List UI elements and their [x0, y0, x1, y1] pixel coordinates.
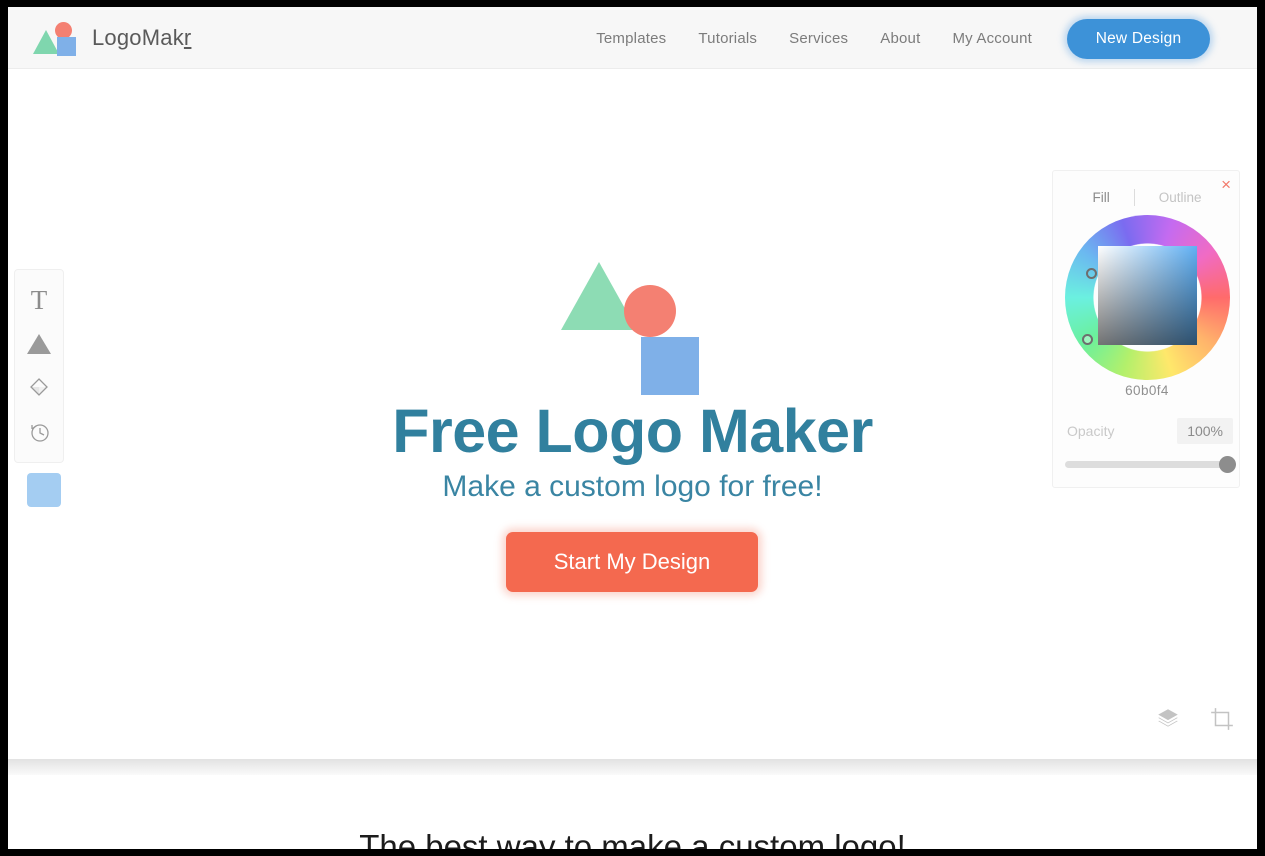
saturation-value-square[interactable]: [1098, 246, 1197, 345]
hex-value-field[interactable]: 60b0f4: [1053, 383, 1241, 398]
layers-button[interactable]: [1155, 706, 1181, 737]
brand-logo-link[interactable]: LogoMakr: [33, 17, 191, 59]
opacity-value-field[interactable]: 100%: [1177, 418, 1233, 444]
logomakr-mark-icon: [33, 17, 79, 59]
editor-canvas[interactable]: T Free Logo Maker Make a custom logo for…: [8, 69, 1257, 759]
shape-tool-button[interactable]: [14, 322, 64, 366]
layers-icon: [1158, 709, 1178, 727]
opacity-label: Opacity: [1067, 423, 1115, 439]
opacity-slider[interactable]: [1065, 456, 1236, 473]
new-design-button[interactable]: New Design: [1067, 19, 1210, 59]
brand-name-tail: r: [183, 25, 192, 50]
text-icon: T: [30, 284, 48, 315]
section-separator: [8, 759, 1257, 775]
hue-handle[interactable]: [1082, 334, 1093, 345]
triangle-icon: [27, 334, 51, 354]
browser-viewport: LogoMakr Templates Tutorials Services Ab…: [8, 7, 1257, 849]
nav-item-templates[interactable]: Templates: [596, 30, 666, 47]
hero-square-shape[interactable]: [641, 337, 699, 395]
crop-button[interactable]: [1209, 706, 1235, 737]
brand-name: LogoMakr: [92, 25, 191, 51]
saturation-value-handle[interactable]: [1086, 268, 1097, 279]
hero-circle-shape[interactable]: [624, 285, 676, 337]
nav-item-services[interactable]: Services: [789, 30, 848, 47]
color-picker-panel[interactable]: × Fill Outline 60b0f4 Opacity 100%: [1052, 170, 1240, 488]
nav-item-about[interactable]: About: [880, 30, 920, 47]
primary-nav: Templates Tutorials Services About My Ac…: [596, 7, 1032, 69]
crop-icon: [1211, 708, 1233, 730]
color-wheel-area[interactable]: [1065, 215, 1230, 380]
tab-fill[interactable]: Fill: [1068, 190, 1133, 205]
text-tool-button[interactable]: T: [14, 278, 64, 322]
opacity-row: Opacity 100%: [1061, 417, 1233, 445]
color-picker-tabs: Fill Outline: [1053, 189, 1241, 206]
nav-item-my-account[interactable]: My Account: [952, 30, 1032, 47]
hero-logo-graphic[interactable]: [561, 214, 711, 395]
nav-item-tutorials[interactable]: Tutorials: [698, 30, 757, 47]
tab-outline[interactable]: Outline: [1135, 190, 1226, 205]
start-my-design-button[interactable]: Start My Design: [506, 532, 758, 592]
canvas-tool-group: [1155, 706, 1235, 737]
lower-section-heading: The best way to make a custom logo!: [359, 828, 906, 849]
opacity-slider-thumb[interactable]: [1219, 456, 1236, 473]
lower-section: The best way to make a custom logo!: [8, 775, 1257, 849]
brand-name-main: LogoMak: [92, 25, 184, 50]
brand-square-icon: [57, 37, 76, 56]
top-navigation-bar: LogoMakr Templates Tutorials Services Ab…: [8, 7, 1257, 69]
